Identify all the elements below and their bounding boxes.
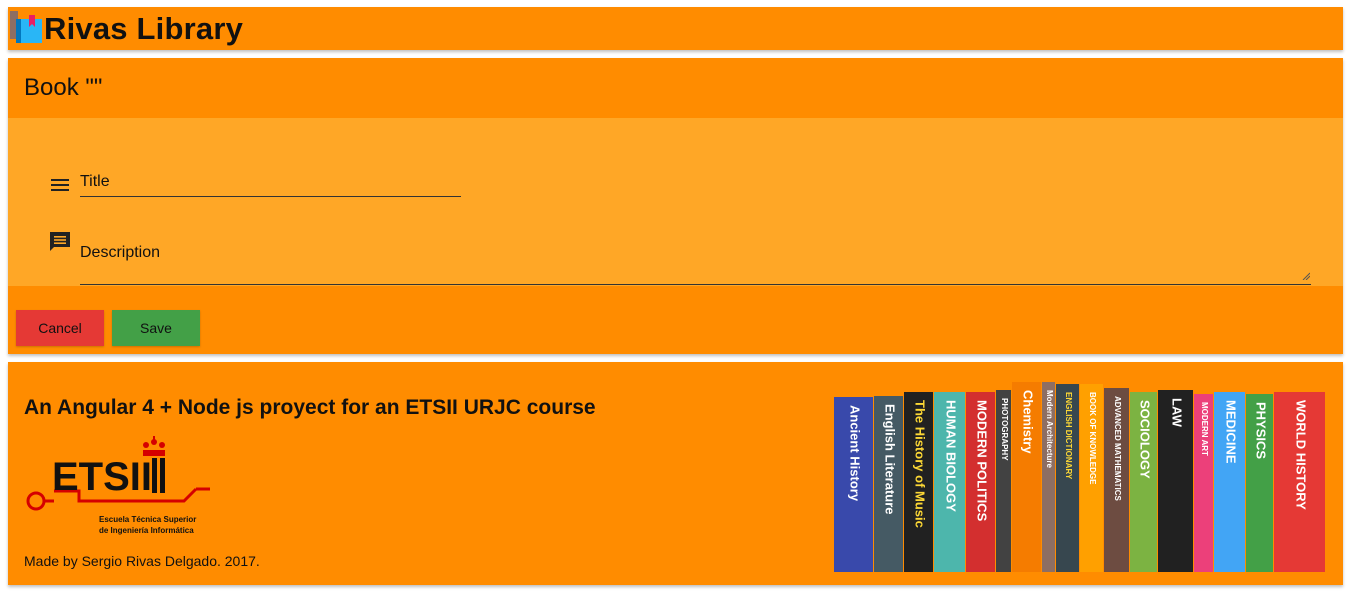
cancel-button[interactable]: Cancel xyxy=(16,310,104,346)
bookshelf-image: Ancient History English Literature The His… xyxy=(834,382,1325,572)
book-spine-title: The History of Music xyxy=(913,400,928,528)
menu-lines-icon xyxy=(51,179,69,191)
book-form-card: Book "" Title Description Cancel Save xyxy=(8,58,1343,354)
etsii-line1: Escuela Técnica Superior xyxy=(99,515,196,524)
resize-grip-icon[interactable] xyxy=(1302,272,1310,280)
book-spine: English Literature xyxy=(874,396,903,572)
book-spine-title: MEDICINE xyxy=(1224,400,1239,464)
book-spine: MODERN POLITICS xyxy=(966,392,995,572)
book-spine-title: Ancient History xyxy=(848,405,863,502)
book-spine: PHOTOGRAPHY xyxy=(996,390,1011,572)
card-title: Book "" xyxy=(24,74,103,101)
book-spine: PHYSICS xyxy=(1246,394,1273,572)
book-spine: HUMAN BIOLOGY xyxy=(934,392,965,572)
book-spine-title: Modern Architecture xyxy=(1045,390,1054,468)
title-placeholder: Title xyxy=(80,173,110,190)
book-spine: MEDICINE xyxy=(1214,392,1245,572)
book-spine-title: PHOTOGRAPHY xyxy=(1000,398,1009,461)
book-stack-icon xyxy=(10,10,42,43)
etsii-logo: ETSII Escuela Técnica Superior de Ingeni… xyxy=(26,436,210,535)
description-textarea[interactable]: Description xyxy=(80,239,1311,285)
app-title: Rivas Library xyxy=(44,10,244,46)
book-spine: Chemistry xyxy=(1012,382,1041,572)
book-spine-title: MODERN ART xyxy=(1200,402,1209,456)
description-placeholder: Description xyxy=(80,244,161,261)
book-spine-title: English Literature xyxy=(883,404,898,515)
book-spine-title: Chemistry xyxy=(1021,390,1036,454)
footer-heading: An Angular 4 + Node js proyect for an ET… xyxy=(24,396,596,419)
book-spine-title: LAW xyxy=(1170,398,1185,428)
app-toolbar: Rivas Library xyxy=(8,7,1343,50)
book-spine-title: ENGLISH DICTIONARY xyxy=(1064,392,1073,480)
book-spine-title: SOCIOLOGY xyxy=(1138,400,1153,479)
card-actions: Cancel Save xyxy=(16,310,200,346)
credits-text: Made by Sergio Rivas Delgado. 2017. xyxy=(24,553,260,569)
book-spine: MODERN ART xyxy=(1194,394,1213,572)
save-button[interactable]: Save xyxy=(112,310,200,346)
book-spine-title: ADVANCED MATHEMATICS xyxy=(1113,396,1122,502)
book-spine-title: PHYSICS xyxy=(1254,402,1269,459)
comment-icon xyxy=(50,232,70,251)
book-spine: Ancient History xyxy=(834,397,873,572)
book-spine: WORLD HISTORY xyxy=(1274,392,1325,572)
book-spine-title: MODERN POLITICS xyxy=(975,400,990,522)
book-spine-title: WORLD HISTORY xyxy=(1294,400,1309,510)
book-spine: The History of Music xyxy=(904,392,933,572)
etsii-acronym: ETSII xyxy=(52,455,152,499)
book-spine-title: BOOK OF KNOWLEDGE xyxy=(1088,392,1097,485)
book-spine: LAW xyxy=(1158,390,1193,572)
card-body: Title Description xyxy=(8,118,1343,286)
etsii-line2: de Ingeniería Informática xyxy=(99,526,194,535)
book-spine: SOCIOLOGY xyxy=(1130,392,1157,572)
book-spine: Modern Architecture xyxy=(1042,382,1055,572)
book-spine-title: HUMAN BIOLOGY xyxy=(944,400,959,512)
crown-icon xyxy=(143,436,165,456)
book-spine: ADVANCED MATHEMATICS xyxy=(1104,388,1129,572)
card-header: Book "" xyxy=(8,58,1343,118)
book-spine: ENGLISH DICTIONARY xyxy=(1056,384,1079,572)
footer: An Angular 4 + Node js proyect for an ET… xyxy=(8,362,1343,585)
book-spine: BOOK OF KNOWLEDGE xyxy=(1080,384,1103,572)
title-input[interactable]: Title xyxy=(80,173,461,197)
